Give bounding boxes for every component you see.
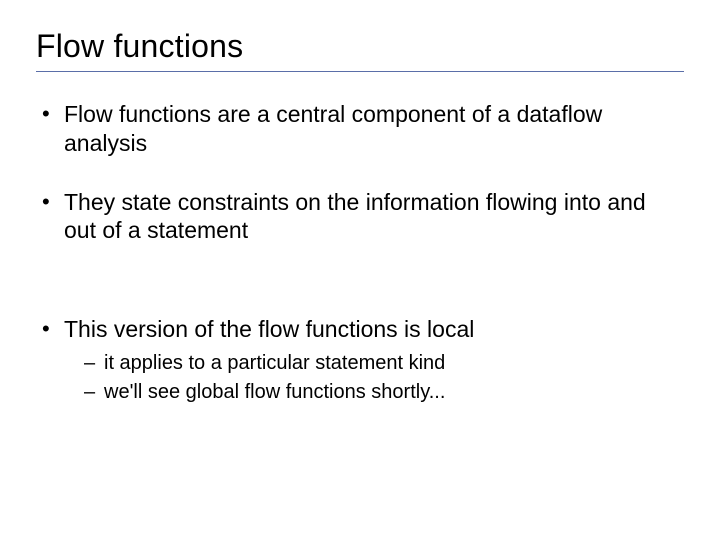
- sub-bullet-item: we'll see global flow functions shortly.…: [84, 379, 684, 406]
- title-divider: [36, 71, 684, 72]
- bullet-item: They state constraints on the informatio…: [36, 188, 684, 246]
- sub-bullet-text: we'll see global flow functions shortly.…: [104, 381, 445, 403]
- sub-bullet-list: it applies to a particular statement kin…: [84, 350, 684, 406]
- sub-bullet-item: it applies to a particular statement kin…: [84, 350, 684, 377]
- sub-bullet-text: it applies to a particular statement kin…: [104, 352, 445, 374]
- bullet-item: Flow functions are a central component o…: [36, 100, 684, 158]
- bullet-item: This version of the flow functions is lo…: [36, 315, 684, 406]
- bullet-text: They state constraints on the informatio…: [64, 189, 646, 244]
- bullet-list: Flow functions are a central component o…: [36, 100, 684, 406]
- bullet-text: Flow functions are a central component o…: [64, 101, 602, 156]
- bullet-text: This version of the flow functions is lo…: [64, 316, 474, 342]
- slide: Flow functions Flow functions are a cent…: [0, 0, 720, 540]
- slide-title: Flow functions: [36, 28, 684, 65]
